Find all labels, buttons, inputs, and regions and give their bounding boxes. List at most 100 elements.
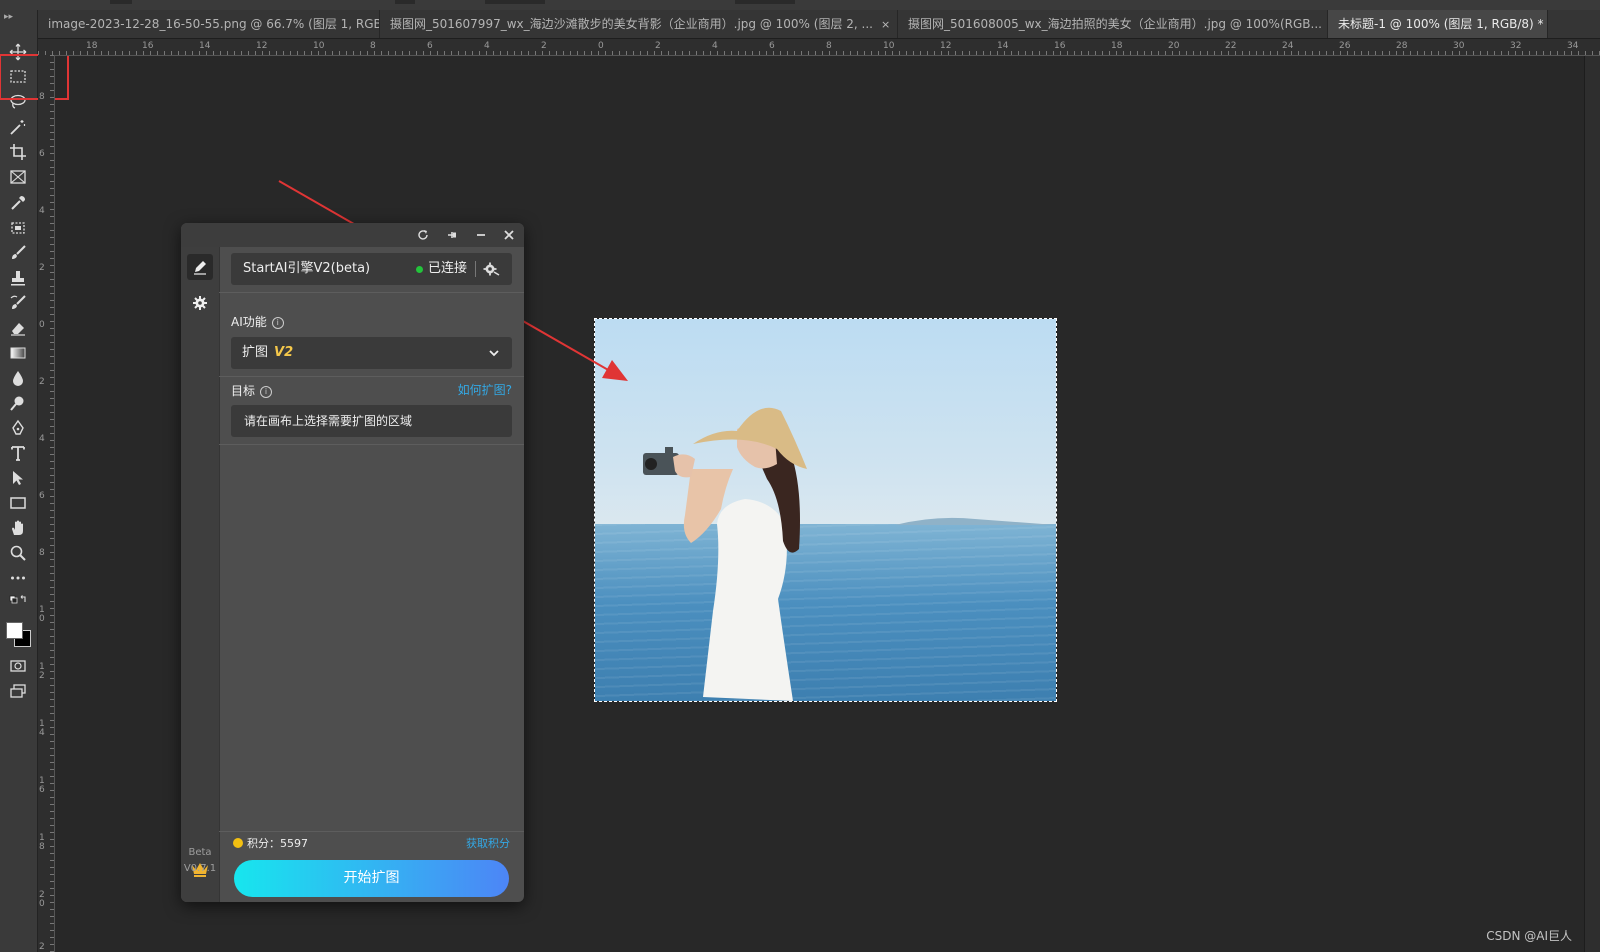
document-tab-bar: image-2023-12-28_16-50-55.png @ 66.7% (图… bbox=[38, 10, 1600, 39]
photo-woman-figure bbox=[643, 407, 1056, 701]
how-to-expand-link[interactable]: 如何扩图? bbox=[458, 381, 512, 398]
tab-label: 未标题-1 @ 100% (图层 1, RGB/8) * bbox=[1338, 17, 1544, 31]
ai-function-dropdown[interactable]: 扩图 V2 bbox=[231, 337, 512, 369]
start-expand-button[interactable]: 开始扩图 bbox=[234, 860, 509, 897]
ruler-label: 2 bbox=[541, 41, 547, 51]
link-settings-icon[interactable] bbox=[483, 260, 501, 278]
brush-tool-icon[interactable] bbox=[6, 242, 30, 264]
ruler-label: 0 bbox=[39, 320, 45, 330]
ruler-label: 2 bbox=[39, 263, 45, 273]
ruler-label: 1 0 bbox=[39, 605, 45, 624]
ai-function-label: AI功能 i bbox=[231, 313, 284, 330]
function-value-text: 扩图 bbox=[242, 345, 269, 360]
color-swatches[interactable] bbox=[5, 621, 31, 647]
ruler-label: 4 bbox=[39, 434, 45, 444]
tab-document-2[interactable]: 摄图网_501607997_wx_海边沙滩散步的美女背影（企业商用）.jpg @… bbox=[380, 10, 898, 38]
connection-status: 已连接 bbox=[428, 261, 468, 276]
screen-mode-icon[interactable] bbox=[6, 680, 30, 702]
ruler-label: 12 bbox=[940, 41, 952, 51]
tab-document-3[interactable]: 摄图网_501608005_wx_海边拍照的美女（企业商用）.jpg @ 100… bbox=[898, 10, 1328, 38]
swap-colors-icon[interactable] bbox=[6, 592, 30, 614]
frame-tool-icon[interactable] bbox=[6, 166, 30, 188]
quick-mask-icon[interactable] bbox=[6, 655, 30, 677]
ruler-label: 18 bbox=[86, 41, 98, 51]
ruler-label: 4 bbox=[712, 41, 718, 51]
rectangle-tool-icon[interactable] bbox=[6, 492, 30, 514]
ruler-label: 6 bbox=[769, 41, 775, 51]
engine-selector[interactable]: StartAI引擎V2(beta) 已连接 bbox=[231, 253, 512, 285]
canvas-photo-woman-beach[interactable] bbox=[594, 318, 1057, 702]
history-brush-tool-icon[interactable] bbox=[6, 292, 30, 314]
pin-icon[interactable] bbox=[442, 226, 462, 244]
hand-tool-icon[interactable] bbox=[6, 517, 30, 539]
ruler-label: 16 bbox=[1054, 41, 1066, 51]
ruler-label: 6 bbox=[39, 491, 45, 501]
ruler-label: 10 bbox=[883, 41, 895, 51]
version-beta: Beta bbox=[188, 847, 212, 858]
points-balance: 积分：5597 bbox=[247, 837, 308, 850]
ruler-label: 8 bbox=[370, 41, 376, 51]
ruler-label: 18 bbox=[1111, 41, 1123, 51]
panel-titlebar[interactable] bbox=[181, 223, 524, 247]
patch-tool-icon[interactable] bbox=[6, 217, 30, 239]
eyedropper-tool-icon[interactable] bbox=[6, 192, 30, 214]
points-row: 积分：5597 获取积分 bbox=[231, 834, 512, 852]
ruler-label: 24 bbox=[1282, 41, 1294, 51]
dodge-tool-icon[interactable] bbox=[6, 392, 30, 414]
horizontal-ruler: 18 16 14 12 10 8 6 4 2 0 2 4 6 8 10 12 1… bbox=[38, 39, 1600, 56]
minimize-icon[interactable] bbox=[471, 226, 491, 244]
ruler-label: 10 bbox=[313, 41, 325, 51]
more-tools-icon[interactable] bbox=[6, 567, 30, 589]
edit-tab-icon[interactable] bbox=[187, 254, 213, 280]
eraser-tool-icon[interactable] bbox=[6, 317, 30, 339]
tab-close-icon[interactable]: × bbox=[881, 18, 890, 31]
startai-plugin-panel: Beta V0.7.1 StartAI引擎V2(beta) 已连接 AI功能 i … bbox=[181, 223, 524, 902]
close-icon[interactable] bbox=[499, 226, 519, 244]
ruler-label: 20 bbox=[1168, 41, 1180, 51]
gradient-tool-icon[interactable] bbox=[6, 342, 30, 364]
version-number: V0.7.1 bbox=[183, 863, 217, 874]
foreground-color-swatch[interactable] bbox=[6, 622, 23, 639]
zoom-tool-icon[interactable] bbox=[6, 542, 30, 564]
tab-document-4-active[interactable]: 未标题-1 @ 100% (图层 1, RGB/8) *× bbox=[1328, 10, 1548, 38]
toolbar-collapse-icon[interactable]: ▸▸ bbox=[4, 12, 13, 22]
top-strip-segment bbox=[395, 0, 415, 4]
ruler-label: 14 bbox=[997, 41, 1009, 51]
get-points-link[interactable]: 获取积分 bbox=[466, 835, 510, 851]
tab-document-1[interactable]: image-2023-12-28_16-50-55.png @ 66.7% (图… bbox=[38, 10, 380, 38]
ruler-label: 0 bbox=[598, 41, 604, 51]
stamp-tool-icon[interactable] bbox=[6, 267, 30, 289]
connection-status-dot bbox=[416, 266, 423, 273]
refresh-icon[interactable] bbox=[413, 226, 433, 244]
panel-collapse-strip[interactable] bbox=[1584, 56, 1600, 952]
info-icon[interactable]: i bbox=[271, 317, 284, 329]
ruler-label: 1 4 bbox=[39, 719, 45, 738]
tools-panel: ▸▸ bbox=[0, 10, 38, 952]
function-version: V2 bbox=[274, 345, 294, 360]
ruler-label: 16 bbox=[142, 41, 154, 51]
crop-tool-icon[interactable] bbox=[6, 141, 30, 163]
type-tool-icon[interactable] bbox=[6, 442, 30, 464]
magic-wand-tool-icon[interactable] bbox=[6, 116, 30, 138]
ruler-label: 28 bbox=[1396, 41, 1408, 51]
ruler-label: 34 bbox=[1567, 41, 1579, 51]
blur-tool-icon[interactable] bbox=[6, 367, 30, 389]
pen-tool-icon[interactable] bbox=[6, 417, 30, 439]
ruler-label: 2 bbox=[39, 377, 45, 387]
ruler-label: 2 0 bbox=[39, 890, 45, 909]
top-menu-strip bbox=[0, 0, 1600, 10]
coin-icon bbox=[233, 838, 243, 848]
ruler-label: 22 bbox=[1225, 41, 1237, 51]
ruler-label: 2 bbox=[655, 41, 661, 51]
ruler-label: 6 bbox=[39, 149, 45, 159]
tab-label: image-2023-12-28_16-50-55.png @ 66.7% (图… bbox=[48, 17, 380, 31]
top-strip-segment bbox=[110, 0, 132, 4]
ruler-label: 1 8 bbox=[39, 833, 45, 852]
ruler-label: 4 bbox=[484, 41, 490, 51]
info-icon[interactable]: i bbox=[260, 386, 273, 398]
ruler-label: 14 bbox=[199, 41, 211, 51]
target-area-field[interactable]: 请在画布上选择需要扩图的区域 bbox=[231, 405, 512, 437]
settings-gear-icon[interactable] bbox=[187, 290, 213, 316]
path-select-tool-icon[interactable] bbox=[6, 467, 30, 489]
section-divider bbox=[219, 831, 524, 832]
